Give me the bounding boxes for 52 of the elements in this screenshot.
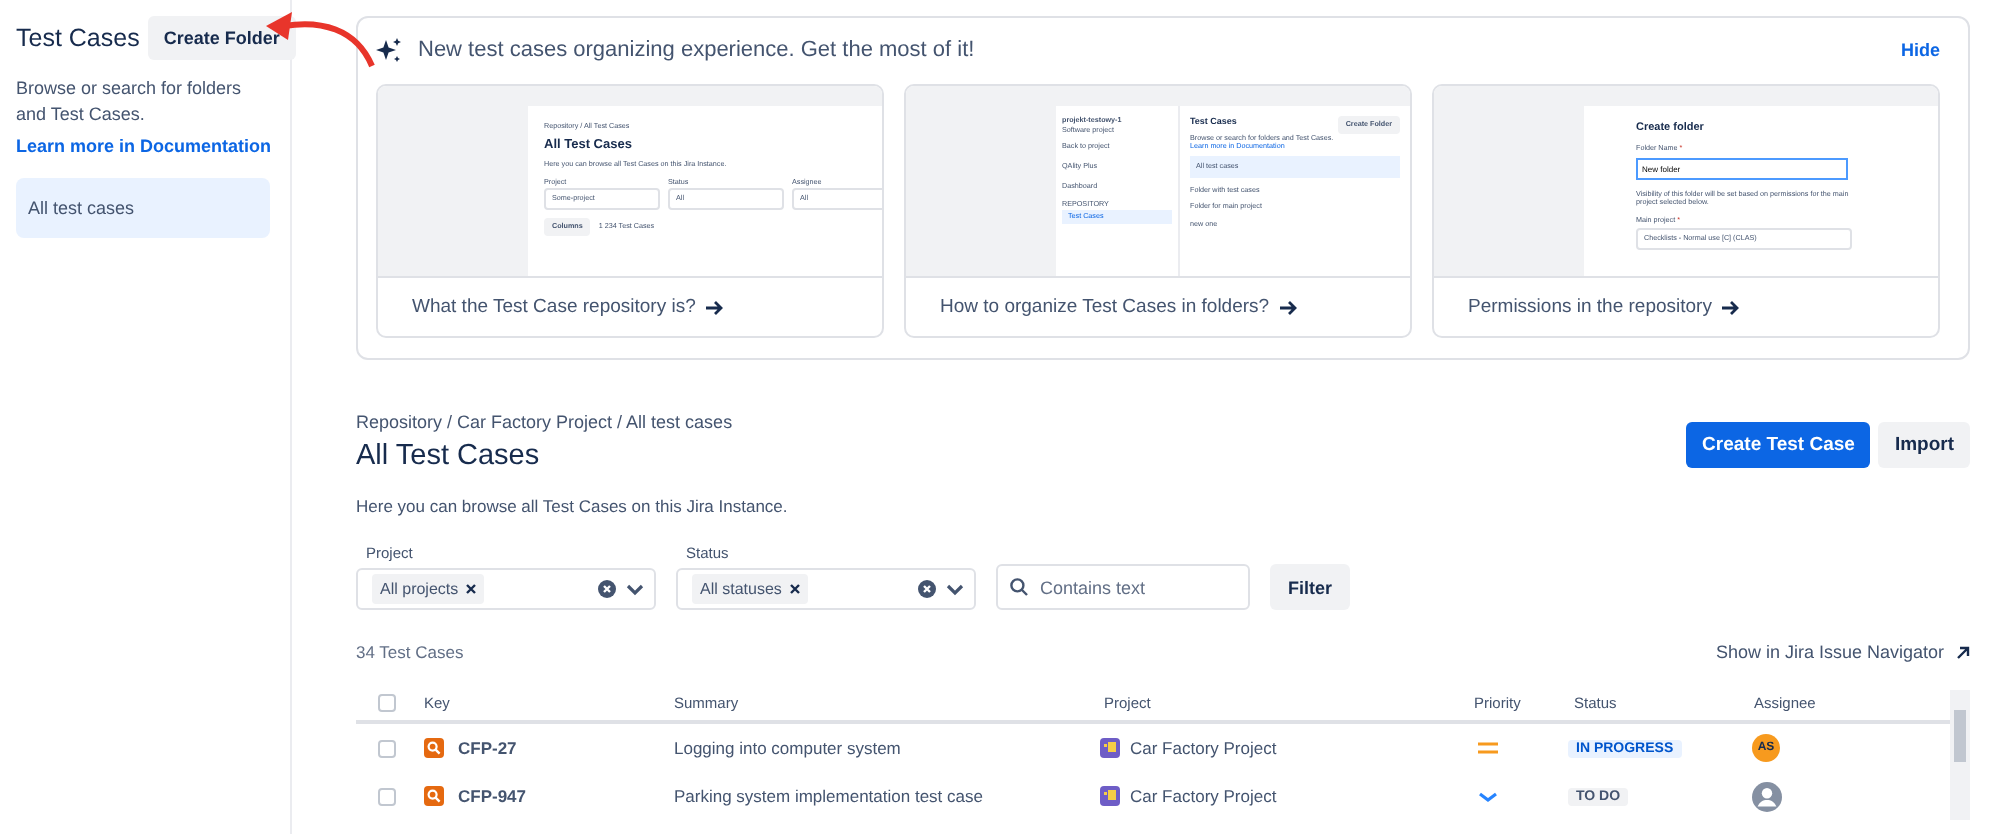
chevron-down-icon: [626, 583, 644, 595]
breadcrumb[interactable]: Repository / Car Factory Project / All test cases: [356, 412, 733, 432]
import-button[interactable]: Import: [1878, 422, 1970, 468]
row-checkbox[interactable]: [378, 739, 396, 757]
external-link-icon: [1956, 645, 1970, 659]
hide-link[interactable]: Hide: [1900, 40, 1940, 60]
issue-key-link[interactable]: CFP-947: [458, 786, 527, 806]
page-title: All Test Cases: [356, 440, 542, 472]
scrollbar[interactable]: [1950, 690, 1970, 820]
arrow-right-icon: [1279, 299, 1298, 315]
filter-tag: All projects: [372, 574, 485, 604]
guide-caption: What the Test Case repository is?: [412, 296, 696, 318]
documentation-link[interactable]: Learn more in Documentation: [16, 136, 272, 157]
unassigned-avatar-icon: [1752, 781, 1782, 811]
sidebar-description: Browse or search for folders and Test Cases.: [16, 76, 244, 127]
project-cell: Car Factory Project: [1130, 786, 1277, 806]
banner-title: New test cases organizing experience. Get the most of it!: [418, 38, 977, 62]
filter-select[interactable]: All statuses: [676, 568, 976, 610]
project-icon: [1100, 738, 1120, 758]
filter-select[interactable]: All projects: [356, 568, 656, 610]
issue-navigator-link[interactable]: Show in Jira Issue Navigator: [1715, 642, 1970, 662]
sparkle-icon: [376, 37, 402, 63]
test-case-icon: [424, 786, 444, 806]
guide-card[interactable]: [376, 84, 884, 338]
clear-icon[interactable]: [918, 580, 936, 598]
remove-icon[interactable]: [466, 584, 477, 594]
create-test-case-button[interactable]: Create Test Case: [1686, 422, 1871, 468]
filter-tag: All statuses: [692, 574, 808, 604]
page-description: Here you can browse all Test Cases on this Jira Instance.: [356, 496, 790, 516]
arrow-right-icon: [1721, 299, 1740, 315]
remove-icon[interactable]: [789, 584, 800, 594]
summary-cell: Logging into computer system: [674, 738, 901, 758]
search-field[interactable]: Contains text: [996, 564, 1250, 610]
project-cell: Car Factory Project: [1130, 738, 1277, 758]
project-icon: [1100, 786, 1120, 806]
result-count: 34 Test Cases: [356, 642, 464, 662]
test-case-icon: [424, 738, 444, 758]
select-all-checkbox[interactable]: [378, 694, 396, 712]
guide-card[interactable]: [904, 84, 1412, 338]
guide-caption: Permissions in the repository: [1468, 296, 1712, 318]
sidebar-title: Test Cases: [16, 24, 140, 52]
issue-key-link[interactable]: CFP-27: [458, 738, 517, 758]
sidebar-item[interactable]: All test cases: [16, 178, 270, 239]
clear-icon[interactable]: [598, 580, 616, 598]
create-folder-button[interactable]: Create Folder: [147, 16, 296, 60]
summary-cell: Parking system implementation test case: [674, 786, 983, 806]
filter-button[interactable]: Filter: [1270, 564, 1351, 610]
guide-caption: How to organize Test Cases in folders?: [940, 296, 1270, 318]
chevron-down-icon: [946, 583, 964, 595]
row-checkbox[interactable]: [378, 787, 396, 805]
arrow-right-icon: [705, 299, 724, 315]
guide-card[interactable]: [1432, 84, 1940, 338]
